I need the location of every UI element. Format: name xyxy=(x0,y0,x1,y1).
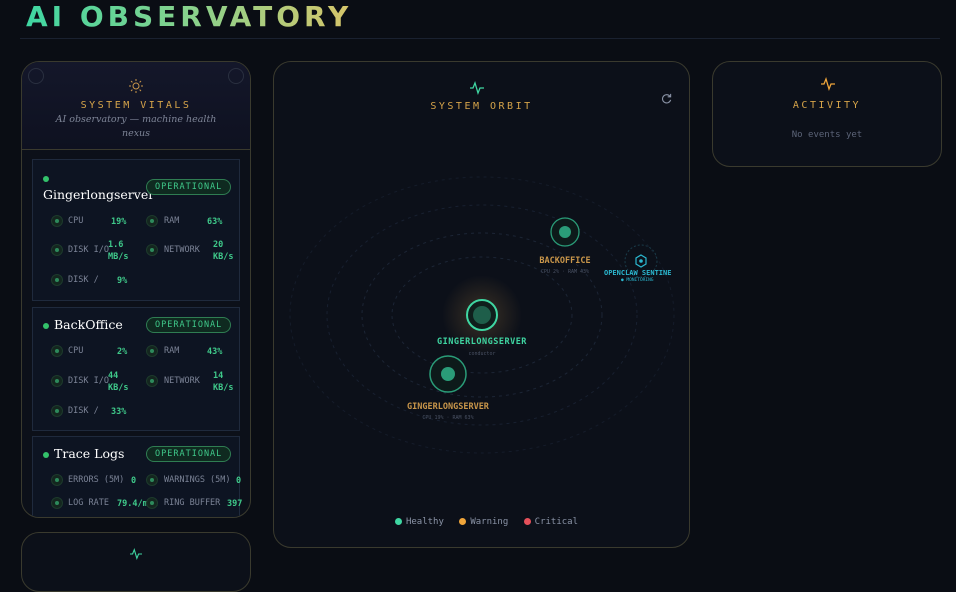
metric-label: LOG RATE xyxy=(68,498,109,508)
network-icon xyxy=(146,244,158,256)
cpu-icon xyxy=(51,345,63,357)
disk-icon xyxy=(51,274,63,286)
orbit-node-conductor[interactable] xyxy=(466,299,498,331)
host-card-gingerlongserver[interactable]: Gingerlongserver OPERATIONAL CPU 19% RAM… xyxy=(32,159,240,301)
metric-value: 19% xyxy=(111,217,127,227)
vitals-subtitle: AI observatory — machine health nexus xyxy=(55,114,217,139)
card-name: Trace Logs xyxy=(54,446,125,461)
legend-label: Warning xyxy=(470,517,509,527)
status-badge: OPERATIONAL xyxy=(146,317,232,333)
host-name: BackOffice xyxy=(54,317,123,332)
system-orbit-panel: SYSTEM ORBIT GINGERLONGSERVER conductor … xyxy=(273,61,690,548)
app-title: AI OBSERVATORY xyxy=(26,0,353,33)
metric-label: RAM xyxy=(164,216,180,226)
metric-value: 9% xyxy=(117,276,128,286)
log-rate-icon xyxy=(51,497,63,509)
status-dot xyxy=(43,323,49,329)
ram-icon xyxy=(146,215,158,227)
corner-ring-decoration xyxy=(28,68,44,84)
errors-icon xyxy=(51,474,63,486)
metric-label: NETWORK xyxy=(164,245,200,255)
metric-value: 2% xyxy=(117,347,128,357)
node-label: GINGERLONGSERVER xyxy=(437,337,527,347)
orbit-canvas xyxy=(289,176,675,454)
host-card-backoffice[interactable]: BackOffice OPERATIONAL CPU 2% RAM 43% DI… xyxy=(32,307,240,431)
disk-io-icon xyxy=(51,244,63,256)
node-sublabel: conductor xyxy=(468,351,496,357)
metric-label: CPU xyxy=(68,346,84,356)
sun-icon xyxy=(129,79,143,93)
corner-ring-decoration xyxy=(228,68,244,84)
warnings-icon xyxy=(146,474,158,486)
network-icon xyxy=(146,375,158,387)
metric-value: 1.6 MB/s xyxy=(108,240,129,262)
metric-label: RING BUFFER xyxy=(164,498,221,508)
pulse-icon xyxy=(130,548,142,560)
metric-value: 397 xyxy=(227,499,243,509)
lower-panel xyxy=(21,532,251,592)
metric-label: DISK / xyxy=(68,406,99,416)
node-sublabel: CPU 2% · RAM 43% xyxy=(540,269,590,275)
metric-value: 43% xyxy=(207,347,223,357)
orbit-node-gingerlongserver[interactable] xyxy=(429,355,467,393)
node-label: GINGERLONGSERVER xyxy=(407,402,489,412)
metric-value: 33% xyxy=(111,407,127,417)
trace-logs-card[interactable]: Trace Logs OPERATIONAL ERRORS (5M) 0 WAR… xyxy=(32,436,243,517)
warning-swatch xyxy=(459,518,467,525)
cpu-icon xyxy=(51,215,63,227)
status-badge: OPERATIONAL xyxy=(146,179,232,195)
disk-io-icon xyxy=(51,375,63,387)
node-label: BACKOFFICE xyxy=(539,256,591,266)
ram-icon xyxy=(146,345,158,357)
metric-label: RAM xyxy=(164,346,180,356)
activity-empty-text: No events yet xyxy=(791,130,863,140)
critical-swatch xyxy=(523,518,531,525)
metric-value: 63% xyxy=(207,217,223,227)
orbit-node-backoffice[interactable] xyxy=(550,217,580,247)
metric-value: 0 xyxy=(131,476,137,486)
pulse-icon xyxy=(821,77,835,91)
activity-title: ACTIVITY xyxy=(792,100,862,111)
node-sublabel: ● MONITORING xyxy=(621,278,654,283)
metric-value: 14 KB/s xyxy=(213,371,234,393)
metric-value: 0 xyxy=(236,476,242,486)
metric-label: DISK I/O xyxy=(68,376,109,386)
status-dot xyxy=(43,176,49,182)
vitals-header: SYSTEM VITALS AI observatory — machine h… xyxy=(22,62,250,150)
node-sublabel: CPU 19% · RAM 63% xyxy=(422,415,474,421)
node-label: OPENCLAW SENTINE xyxy=(604,269,672,277)
metric-label: DISK / xyxy=(68,275,99,285)
host-name: Gingerlongserver xyxy=(43,187,155,202)
healthy-swatch xyxy=(394,518,402,525)
title-divider xyxy=(20,38,940,39)
activity-panel: ACTIVITY No events yet xyxy=(712,61,942,167)
metric-label: CPU xyxy=(68,216,84,226)
metric-value: 44 KB/s xyxy=(108,371,129,393)
metric-label: NETWORK xyxy=(164,376,200,386)
metric-label: WARNINGS (5M) xyxy=(164,475,231,485)
metric-label: DISK I/O xyxy=(68,245,109,255)
ring-buffer-icon xyxy=(146,497,158,509)
metric-label: ERRORS (5M) xyxy=(68,475,125,485)
metric-value: 20 KB/s xyxy=(213,240,234,262)
legend-label: Critical xyxy=(534,517,579,527)
status-badge: OPERATIONAL xyxy=(146,446,232,462)
status-dot xyxy=(43,452,49,458)
legend-label: Healthy xyxy=(405,517,444,527)
orbit-legend: Healthy Warning Critical xyxy=(274,517,689,527)
disk-icon xyxy=(51,405,63,417)
system-vitals-panel: SYSTEM VITALS AI observatory — machine h… xyxy=(21,61,251,518)
